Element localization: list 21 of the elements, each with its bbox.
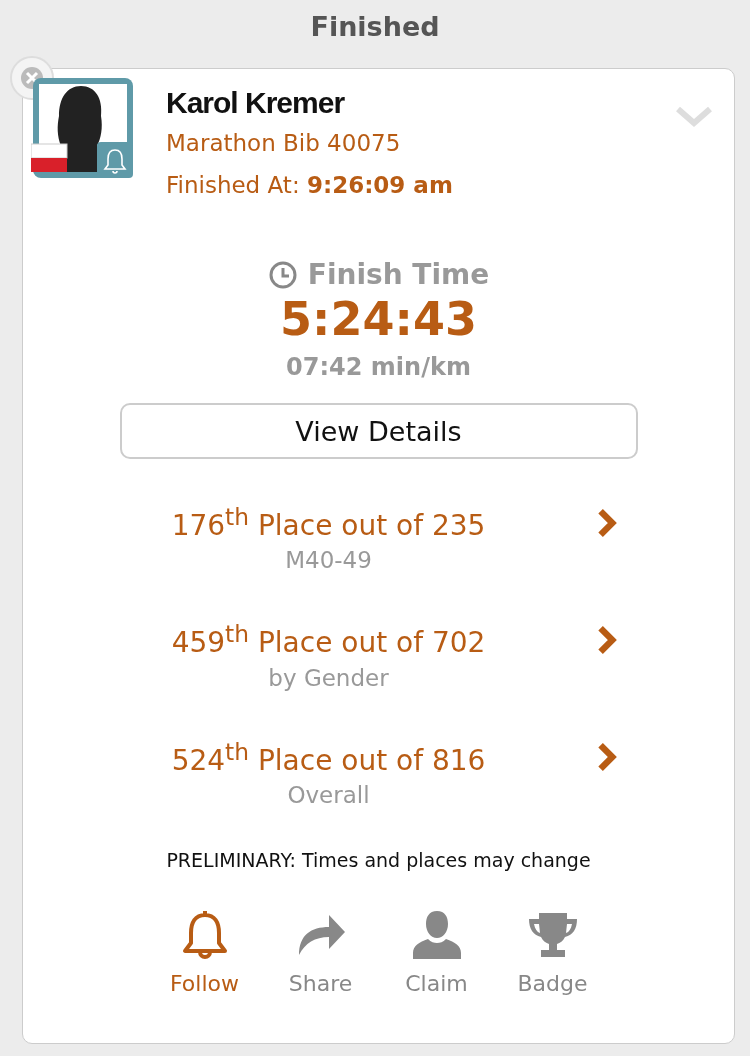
place-category: Overall: [287, 781, 370, 810]
place-category: by Gender: [268, 663, 389, 693]
claim-button[interactable]: Claim: [388, 905, 485, 996]
screen-title: Finished: [309, 10, 441, 44]
runner-name: Karol Kremer: [166, 85, 346, 121]
place-text: 524$^{th}$ Place out of 816: [171, 736, 486, 779]
place-text: 176$^{th}$ Place out of 235: [171, 502, 486, 545]
clock-icon: [267, 259, 298, 290]
finished-time: 9:26:09 am: [306, 172, 453, 198]
view-details-button[interactable]: View Details: [119, 403, 638, 459]
badge-button[interactable]: Badge: [504, 905, 601, 996]
finished-label: Finished At:: [166, 172, 300, 198]
bib-number: Marathon Bib 40075: [166, 129, 402, 158]
preliminary-notice: PRELIMINARY: Times and places may change: [166, 849, 591, 871]
place-category: M40-49: [285, 546, 372, 576]
share-button[interactable]: Share: [272, 905, 369, 996]
place-text: 459$^{th}$ Place out of 702: [171, 619, 486, 662]
pace: 07:42 min/km: [286, 352, 471, 383]
follow-button[interactable]: Follow: [156, 905, 253, 996]
finish-time-label: Finish Time: [307, 258, 490, 291]
finish-time: 5:24:43: [280, 291, 477, 347]
